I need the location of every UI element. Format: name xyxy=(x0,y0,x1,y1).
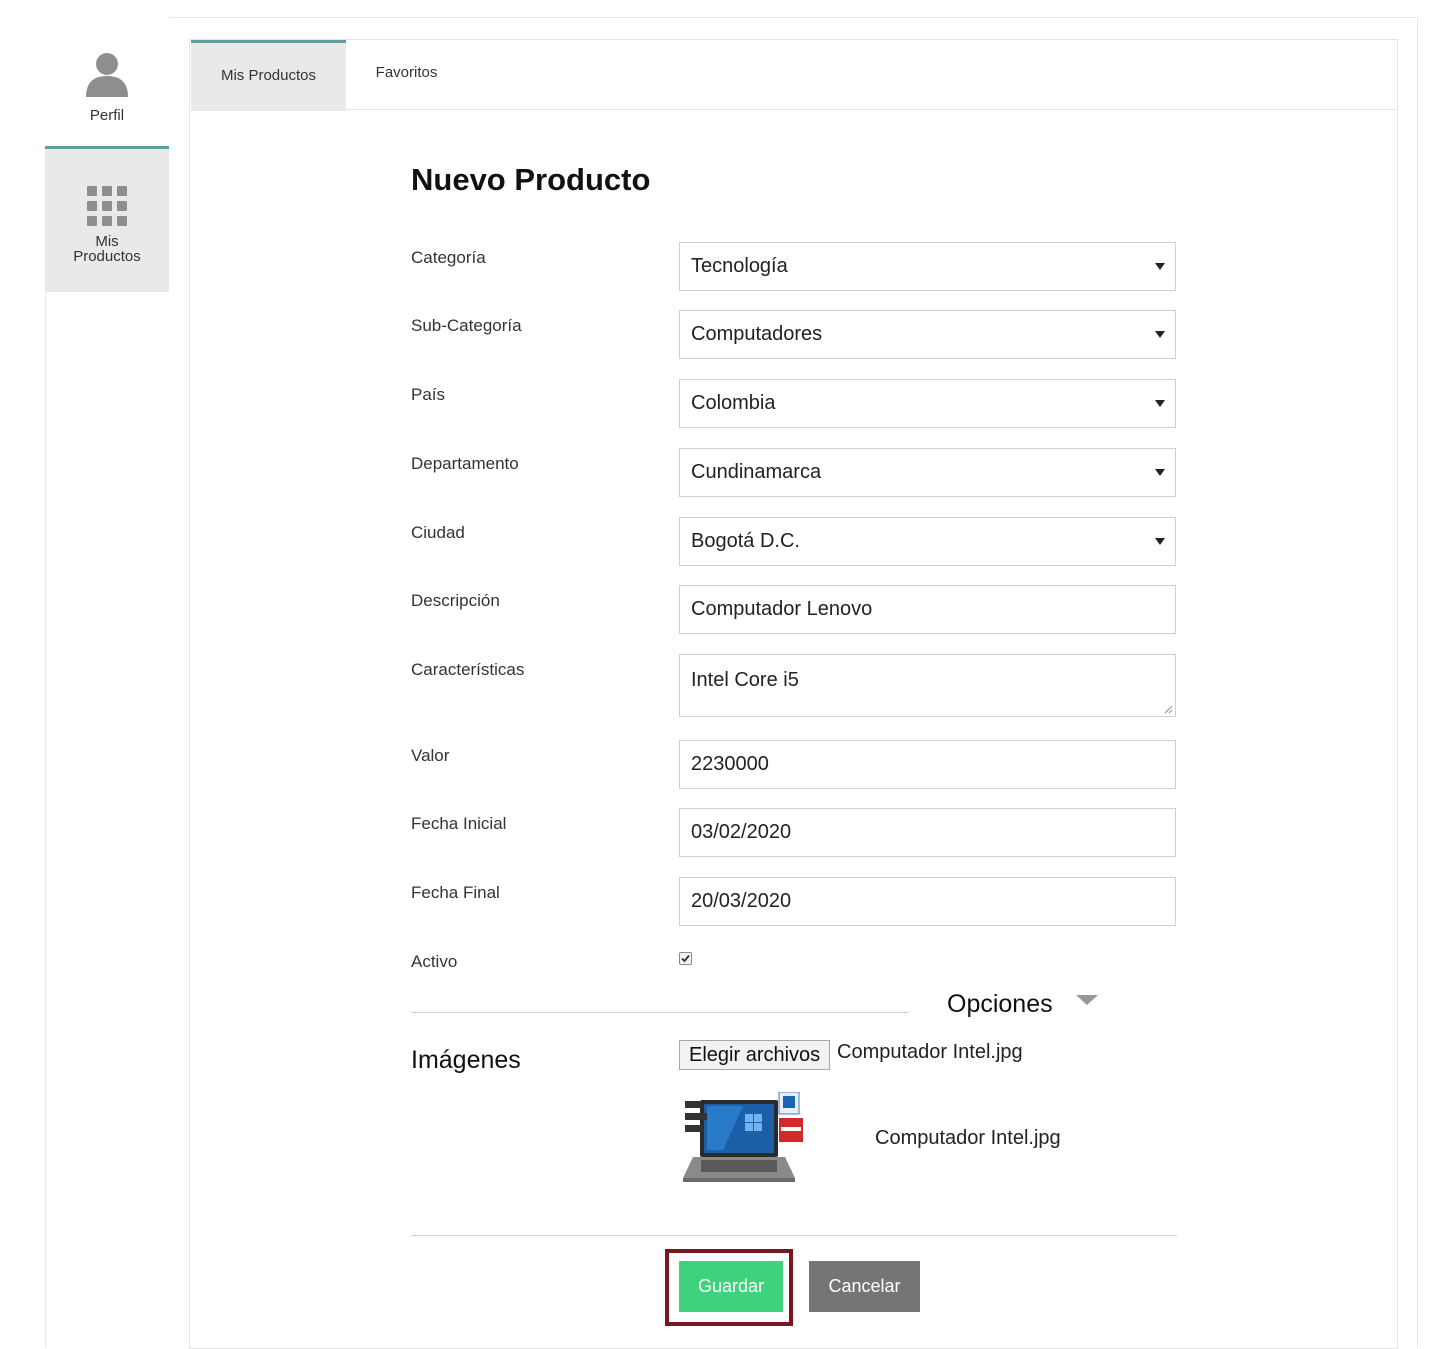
categoria-select[interactable]: Tecnología xyxy=(679,242,1176,291)
caret-down-icon xyxy=(1155,469,1165,476)
tab-mis-productos[interactable]: Mis Productos xyxy=(191,40,346,111)
user-icon xyxy=(86,53,128,97)
caret-down-icon xyxy=(1155,331,1165,338)
descripcion-input[interactable]: Computador Lenovo xyxy=(679,585,1176,634)
caracteristicas-textarea[interactable]: Intel Core i5 xyxy=(679,654,1176,717)
valor-label: Valor xyxy=(411,746,450,765)
valor-input[interactable]: 2230000 xyxy=(679,740,1176,789)
fecha-inicial-label: Fecha Inicial xyxy=(411,814,507,833)
sidebar-item-mis-productos[interactable]: Mis Productos xyxy=(45,149,169,292)
image-preview-name: Computador Intel.jpg xyxy=(875,1127,1061,1149)
tab-favoritos[interactable]: Favoritos xyxy=(360,40,453,108)
caret-down-icon xyxy=(1155,263,1165,270)
sidebar-item-label: Perfil xyxy=(89,107,125,124)
categoria-value: Tecnología xyxy=(691,255,788,277)
departamento-label: Departamento xyxy=(411,454,519,473)
subcategoria-value: Computadores xyxy=(691,323,823,345)
pais-value: Colombia xyxy=(691,392,776,414)
descripcion-label: Descripción xyxy=(411,591,500,610)
departamento-value: Cundinamarca xyxy=(691,461,822,483)
opciones-toggle[interactable]: Opciones xyxy=(947,990,1053,1019)
cancel-button[interactable]: Cancelar xyxy=(809,1261,920,1312)
caret-down-icon xyxy=(1155,538,1165,545)
subcategoria-label: Sub-Categoría xyxy=(411,316,522,335)
pais-label: País xyxy=(411,385,446,404)
selected-file-name: Computador Intel.jpg xyxy=(837,1041,1023,1063)
activo-label: Activo xyxy=(411,952,458,971)
activo-checkbox[interactable] xyxy=(679,952,692,965)
sidebar: Perfil Mis Productos xyxy=(45,17,169,292)
ciudad-value: Bogotá D.C. xyxy=(691,530,800,552)
ciudad-label: Ciudad xyxy=(411,523,465,542)
page-title: Nuevo Producto xyxy=(411,162,651,197)
sidebar-item-label: Mis Productos xyxy=(73,233,141,265)
caret-down-icon xyxy=(1155,400,1165,407)
check-icon xyxy=(681,954,690,963)
laptop-image-thumbnail xyxy=(683,1092,803,1182)
caret-down-icon[interactable] xyxy=(1076,995,1098,1005)
resize-handle-icon[interactable] xyxy=(1164,705,1173,714)
pais-select[interactable]: Colombia xyxy=(679,379,1176,428)
grid-icon xyxy=(87,186,127,226)
save-button[interactable]: Guardar xyxy=(679,1261,783,1312)
caracteristicas-value: Intel Core i5 xyxy=(691,669,799,691)
imagenes-label: Imágenes xyxy=(411,1046,521,1074)
fecha-inicial-input[interactable]: 03/02/2020 xyxy=(679,808,1176,857)
caracteristicas-label: Características xyxy=(411,660,525,679)
choose-files-button[interactable]: Elegir archivos xyxy=(679,1040,831,1070)
sidebar-item-perfil[interactable]: Perfil xyxy=(45,17,169,149)
tab-bar: Mis Productos Favoritos xyxy=(190,40,1397,111)
subcategoria-select[interactable]: Computadores xyxy=(679,310,1176,359)
fecha-final-input[interactable]: 20/03/2020 xyxy=(679,877,1176,926)
footer-divider xyxy=(411,1235,1177,1236)
fecha-final-label: Fecha Final xyxy=(411,883,500,902)
categoria-label: Categoría xyxy=(411,248,486,267)
ciudad-select[interactable]: Bogotá D.C. xyxy=(679,517,1176,566)
departamento-select[interactable]: Cundinamarca xyxy=(679,448,1176,497)
opciones-divider xyxy=(411,1012,909,1013)
